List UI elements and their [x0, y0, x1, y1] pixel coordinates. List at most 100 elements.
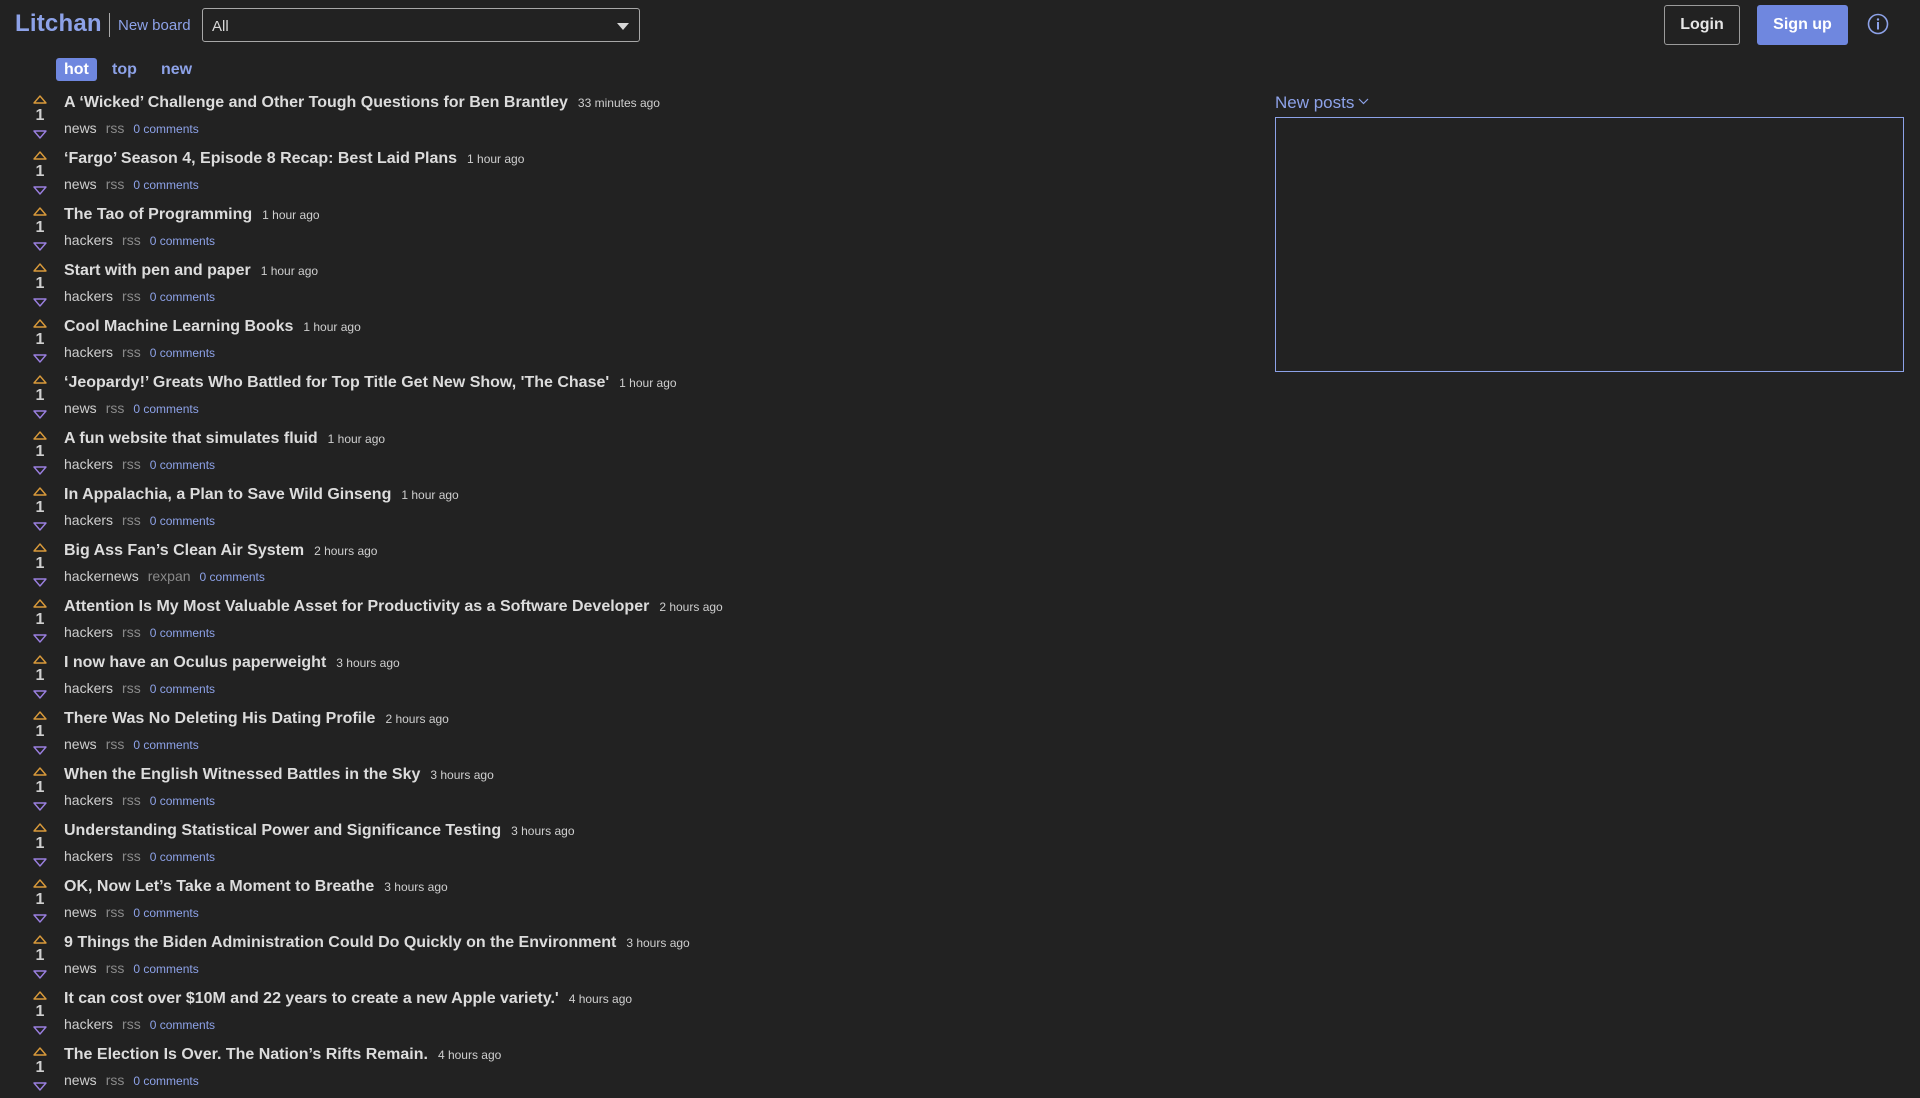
post-board-link[interactable]: news — [64, 176, 97, 192]
post-board-link[interactable]: hackers — [64, 288, 113, 304]
post-source-link[interactable]: rss — [106, 176, 125, 192]
downvote-icon[interactable] — [33, 410, 47, 420]
post-board-link[interactable]: hackers — [64, 1016, 113, 1032]
upvote-icon[interactable] — [33, 486, 47, 496]
post-comments-link[interactable]: 0 comments — [150, 626, 215, 640]
post-board-link[interactable]: hackernews — [64, 568, 139, 584]
downvote-icon[interactable] — [33, 354, 47, 364]
post-board-link[interactable]: hackers — [64, 848, 113, 864]
upvote-icon[interactable] — [33, 94, 47, 104]
post-title-link[interactable]: Start with pen and paper 1 hour ago — [64, 262, 318, 280]
post-comments-link[interactable]: 0 comments — [133, 402, 198, 416]
post-title-link[interactable]: 9 Things the Biden Administration Could … — [64, 934, 690, 952]
upvote-icon[interactable] — [33, 262, 47, 272]
downvote-icon[interactable] — [33, 186, 47, 196]
upvote-icon[interactable] — [33, 598, 47, 608]
post-comments-link[interactable]: 0 comments — [150, 682, 215, 696]
post-title-link[interactable]: Attention Is My Most Valuable Asset for … — [64, 598, 723, 616]
post-title-link[interactable]: Big Ass Fan’s Clean Air System 2 hours ag… — [64, 542, 377, 560]
post-comments-link[interactable]: 0 comments — [150, 346, 215, 360]
post-comments-link[interactable]: 0 comments — [150, 290, 215, 304]
post-board-link[interactable]: news — [64, 120, 97, 136]
downvote-icon[interactable] — [33, 634, 47, 644]
downvote-icon[interactable] — [33, 746, 47, 756]
downvote-icon[interactable] — [33, 242, 47, 252]
post-title-link[interactable]: When the English Witnessed Battles in th… — [64, 766, 494, 784]
upvote-icon[interactable] — [33, 654, 47, 664]
downvote-icon[interactable] — [33, 298, 47, 308]
downvote-icon[interactable] — [33, 1082, 47, 1092]
post-source-link[interactable]: rss — [106, 120, 125, 136]
new-posts-toggle[interactable]: New posts — [1275, 93, 1369, 113]
upvote-icon[interactable] — [33, 430, 47, 440]
post-comments-link[interactable]: 0 comments — [150, 514, 215, 528]
post-source-link[interactable]: rss — [122, 848, 141, 864]
post-board-link[interactable]: hackers — [64, 456, 113, 472]
post-comments-link[interactable]: 0 comments — [150, 850, 215, 864]
post-comments-link[interactable]: 0 comments — [133, 738, 198, 752]
post-source-link[interactable]: rss — [106, 1072, 125, 1088]
post-comments-link[interactable]: 0 comments — [150, 794, 215, 808]
downvote-icon[interactable] — [33, 466, 47, 476]
downvote-icon[interactable] — [33, 858, 47, 868]
post-title-link[interactable]: It can cost over $10M and 22 years to cr… — [64, 990, 632, 1008]
post-source-link[interactable]: rss — [122, 344, 141, 360]
post-title-link[interactable]: OK, Now Let’s Take a Moment to Breathe 3 … — [64, 878, 448, 896]
post-source-link[interactable]: rss — [122, 456, 141, 472]
post-title-link[interactable]: ‘Fargo’ Season 4, Episode 8 Recap: Best … — [64, 150, 524, 168]
upvote-icon[interactable] — [33, 934, 47, 944]
post-comments-link[interactable]: 0 comments — [150, 234, 215, 248]
post-title-link[interactable]: Understanding Statistical Power and Sign… — [64, 822, 575, 840]
upvote-icon[interactable] — [33, 374, 47, 384]
upvote-icon[interactable] — [33, 318, 47, 328]
post-board-link[interactable]: hackers — [64, 512, 113, 528]
post-source-link[interactable]: rss — [122, 288, 141, 304]
post-title-link[interactable]: A ‘Wicked’ Challenge and Other Tough Que… — [64, 94, 660, 112]
downvote-icon[interactable] — [33, 970, 47, 980]
post-source-link[interactable]: rss — [122, 624, 141, 640]
tab-top[interactable]: top — [104, 58, 145, 81]
post-board-link[interactable]: hackers — [64, 680, 113, 696]
upvote-icon[interactable] — [33, 710, 47, 720]
post-comments-link[interactable]: 0 comments — [133, 906, 198, 920]
post-title-link[interactable]: The Tao of Programming 1 hour ago — [64, 206, 320, 224]
login-button[interactable]: Login — [1664, 5, 1740, 45]
post-comments-link[interactable]: 0 comments — [133, 178, 198, 192]
post-title-link[interactable]: A fun website that simulates fluid 1 hour… — [64, 430, 385, 448]
downvote-icon[interactable] — [33, 690, 47, 700]
signup-button[interactable]: Sign up — [1757, 5, 1848, 45]
post-title-link[interactable]: The Election Is Over. The Nation’s Rifts… — [64, 1046, 501, 1064]
post-comments-link[interactable]: 0 comments — [150, 1018, 215, 1032]
post-title-link[interactable]: I now have an Oculus paperweight 3 hours … — [64, 654, 400, 672]
downvote-icon[interactable] — [33, 578, 47, 588]
board-select[interactable]: All — [202, 8, 640, 42]
post-title-link[interactable]: Cool Machine Learning Books 1 hour ago — [64, 318, 361, 336]
post-source-link[interactable]: rss — [106, 736, 125, 752]
post-board-link[interactable]: news — [64, 960, 97, 976]
new-board-link[interactable]: New board — [118, 17, 191, 34]
post-comments-link[interactable]: 0 comments — [200, 570, 265, 584]
post-board-link[interactable]: hackers — [64, 792, 113, 808]
upvote-icon[interactable] — [33, 766, 47, 776]
downvote-icon[interactable] — [33, 1026, 47, 1036]
post-board-link[interactable]: news — [64, 736, 97, 752]
post-board-link[interactable]: news — [64, 1072, 97, 1088]
post-board-link[interactable]: hackers — [64, 344, 113, 360]
post-title-link[interactable]: There Was No Deleting His Dating Profile… — [64, 710, 449, 728]
post-source-link[interactable]: rexpan — [148, 568, 191, 584]
upvote-icon[interactable] — [33, 1046, 47, 1056]
post-source-link[interactable]: rss — [106, 960, 125, 976]
upvote-icon[interactable] — [33, 150, 47, 160]
upvote-icon[interactable] — [33, 990, 47, 1000]
post-source-link[interactable]: rss — [122, 232, 141, 248]
info-icon[interactable] — [1867, 13, 1889, 35]
upvote-icon[interactable] — [33, 542, 47, 552]
downvote-icon[interactable] — [33, 130, 47, 140]
upvote-icon[interactable] — [33, 822, 47, 832]
post-board-link[interactable]: hackers — [64, 232, 113, 248]
post-source-link[interactable]: rss — [106, 904, 125, 920]
post-comments-link[interactable]: 0 comments — [133, 962, 198, 976]
post-board-link[interactable]: hackers — [64, 624, 113, 640]
post-source-link[interactable]: rss — [106, 400, 125, 416]
post-comments-link[interactable]: 0 comments — [150, 458, 215, 472]
